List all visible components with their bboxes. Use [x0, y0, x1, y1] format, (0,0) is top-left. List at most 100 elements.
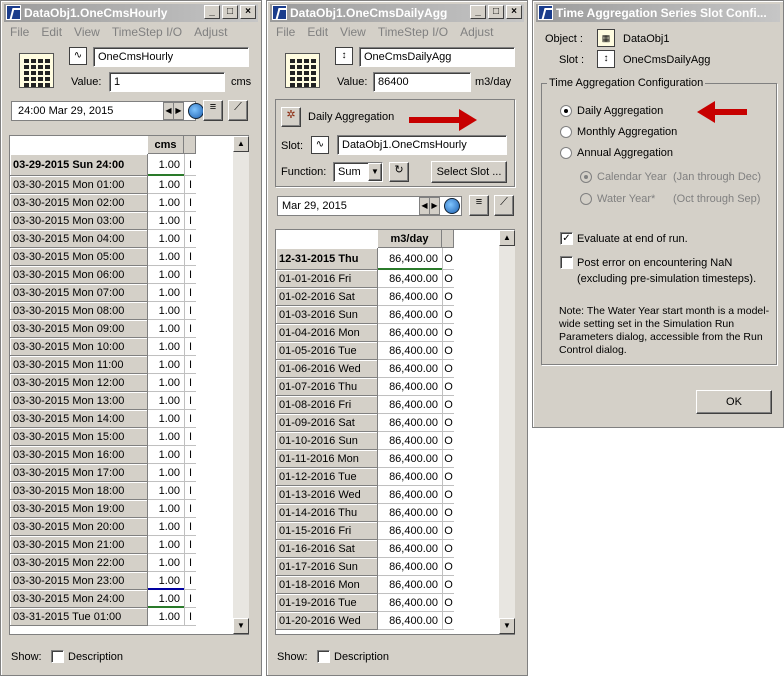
- row-header[interactable]: 03-30-2015 Mon 20:00: [10, 518, 148, 536]
- row-header[interactable]: 03-30-2015 Mon 12:00: [10, 374, 148, 392]
- maximize-button[interactable]: □: [222, 5, 238, 19]
- maximize-button[interactable]: □: [488, 5, 504, 19]
- row-header[interactable]: 01-16-2016 Sat: [276, 540, 378, 558]
- row-header[interactable]: 03-29-2015 Sun 24:00: [10, 154, 148, 176]
- vertical-scrollbar[interactable]: ▲ ▼: [233, 136, 249, 634]
- value-cell[interactable]: 86,400.00: [378, 558, 442, 576]
- row-header[interactable]: 03-30-2015 Mon 23:00: [10, 572, 148, 590]
- value-cell[interactable]: 86,400.00: [378, 486, 442, 504]
- value-cell[interactable]: 86,400.00: [378, 324, 442, 342]
- value-cell[interactable]: 1.00: [148, 464, 184, 482]
- row-header[interactable]: 03-30-2015 Mon 22:00: [10, 554, 148, 572]
- water-year-radio[interactable]: [580, 193, 592, 205]
- row-header[interactable]: 03-30-2015 Mon 07:00: [10, 284, 148, 302]
- value-cell[interactable]: 1.00: [148, 482, 184, 500]
- ok-button[interactable]: OK: [696, 390, 772, 414]
- value-cell[interactable]: 1.00: [148, 590, 184, 608]
- value-cell[interactable]: 1.00: [148, 428, 184, 446]
- scroll-up-button[interactable]: ▲: [233, 136, 249, 152]
- row-header[interactable]: 03-30-2015 Mon 24:00: [10, 590, 148, 608]
- annual-label[interactable]: Annual Aggregation: [577, 147, 673, 159]
- menu-view[interactable]: View: [340, 24, 366, 41]
- evaluate-label[interactable]: Evaluate at end of run.: [577, 233, 688, 245]
- value-cell[interactable]: 1.00: [148, 230, 184, 248]
- row-header[interactable]: 01-05-2016 Tue: [276, 342, 378, 360]
- value-cell[interactable]: 1.00: [148, 154, 184, 176]
- plot-button[interactable]: ⟋: [228, 100, 248, 121]
- description-checkbox[interactable]: [51, 650, 64, 663]
- row-header[interactable]: 01-07-2016 Thu: [276, 378, 378, 396]
- monthly-label[interactable]: Monthly Aggregation: [577, 126, 677, 138]
- value-cell[interactable]: 1.00: [148, 446, 184, 464]
- value-cell[interactable]: 1.00: [148, 338, 184, 356]
- value-cell[interactable]: 1.00: [148, 212, 184, 230]
- value-cell[interactable]: 86,400.00: [378, 612, 442, 630]
- title-bar[interactable]: DataObj1.OneCmsDailyAgg _ □ ×: [270, 4, 524, 22]
- row-header[interactable]: 01-09-2016 Sat: [276, 414, 378, 432]
- value-cell[interactable]: 1.00: [148, 284, 184, 302]
- row-header[interactable]: 03-30-2015 Mon 02:00: [10, 194, 148, 212]
- row-header[interactable]: 03-30-2015 Mon 01:00: [10, 176, 148, 194]
- value-cell[interactable]: 86,400.00: [378, 522, 442, 540]
- column-header[interactable]: cms: [148, 136, 184, 154]
- value-cell[interactable]: 1.00: [148, 266, 184, 284]
- row-header[interactable]: 01-12-2016 Tue: [276, 468, 378, 486]
- daily-label[interactable]: Daily Aggregation: [577, 105, 663, 117]
- description-checkbox[interactable]: [317, 650, 330, 663]
- value-cell[interactable]: 86,400.00: [378, 396, 442, 414]
- row-header[interactable]: 01-19-2016 Tue: [276, 594, 378, 612]
- scroll-down-button[interactable]: ▼: [499, 618, 515, 634]
- row-header[interactable]: 01-14-2016 Thu: [276, 504, 378, 522]
- row-header[interactable]: 03-30-2015 Mon 16:00: [10, 446, 148, 464]
- value-cell[interactable]: 1.00: [148, 176, 184, 194]
- value-cell[interactable]: 1.00: [148, 320, 184, 338]
- row-header[interactable]: 01-20-2016 Wed: [276, 612, 378, 630]
- daily-radio[interactable]: [560, 105, 572, 117]
- slot-name-field[interactable]: OneCmsHourly: [93, 47, 249, 67]
- value-cell[interactable]: 1.00: [148, 554, 184, 572]
- value-cell[interactable]: 86,400.00: [378, 504, 442, 522]
- row-header[interactable]: 01-03-2016 Sun: [276, 306, 378, 324]
- row-header[interactable]: 03-30-2015 Mon 19:00: [10, 500, 148, 518]
- value-cell[interactable]: 1.00: [148, 248, 184, 266]
- value-cell[interactable]: 1.00: [148, 194, 184, 212]
- refresh-button[interactable]: ↻: [389, 162, 409, 182]
- table-view-button[interactable]: ≡: [203, 100, 223, 121]
- value-cell[interactable]: 1.00: [148, 518, 184, 536]
- menu-adjust[interactable]: Adjust: [194, 24, 227, 41]
- function-select[interactable]: Sum ▼: [333, 162, 383, 182]
- row-header[interactable]: 01-08-2016 Fri: [276, 396, 378, 414]
- series-table[interactable]: cms 03-29-2015 Sun 24:00 1.00 I 03-30-2015 …: [9, 135, 249, 635]
- value-cell[interactable]: 1.00: [148, 356, 184, 374]
- value-cell[interactable]: 1.00: [148, 536, 184, 554]
- value-cell[interactable]: 86,400.00: [378, 540, 442, 558]
- evaluate-checkbox[interactable]: ✓: [560, 232, 573, 245]
- value-cell[interactable]: 86,400.00: [378, 342, 442, 360]
- menu-timestep-io[interactable]: TimeStep I/O: [378, 24, 448, 41]
- value-cell[interactable]: 1.00: [148, 500, 184, 518]
- row-header[interactable]: 03-30-2015 Mon 03:00: [10, 212, 148, 230]
- value-cell[interactable]: 86,400.00: [378, 576, 442, 594]
- select-slot-button[interactable]: Select Slot ...: [431, 161, 507, 183]
- row-header[interactable]: 01-01-2016 Fri: [276, 270, 378, 288]
- title-bar[interactable]: DataObj1.OneCmsHourly _ □ ×: [4, 4, 258, 22]
- scroll-up-button[interactable]: ▲: [499, 230, 515, 246]
- value-cell[interactable]: 1.00: [148, 392, 184, 410]
- row-header[interactable]: 01-18-2016 Mon: [276, 576, 378, 594]
- row-header[interactable]: 12-31-2015 Thu: [276, 248, 378, 270]
- plot-button[interactable]: ⟋: [494, 195, 514, 216]
- row-header[interactable]: 03-30-2015 Mon 09:00: [10, 320, 148, 338]
- row-header[interactable]: 01-02-2016 Sat: [276, 288, 378, 306]
- vertical-scrollbar[interactable]: ▲ ▼: [499, 230, 515, 634]
- menu-timestep-io[interactable]: TimeStep I/O: [112, 24, 182, 41]
- close-button[interactable]: ×: [506, 5, 522, 19]
- date-selector[interactable]: 24:00 Mar 29, 2015 ◀ ▶: [11, 101, 204, 121]
- menu-edit[interactable]: Edit: [307, 24, 328, 41]
- date-next-button[interactable]: ▶: [173, 102, 184, 120]
- value-field[interactable]: 86400: [373, 72, 471, 92]
- value-cell[interactable]: 1.00: [148, 608, 184, 626]
- date-selector[interactable]: Mar 29, 2015 ◀ ▶: [277, 196, 462, 216]
- value-cell[interactable]: 86,400.00: [378, 594, 442, 612]
- row-header[interactable]: 03-31-2015 Tue 01:00: [10, 608, 148, 626]
- menu-file[interactable]: File: [10, 24, 29, 41]
